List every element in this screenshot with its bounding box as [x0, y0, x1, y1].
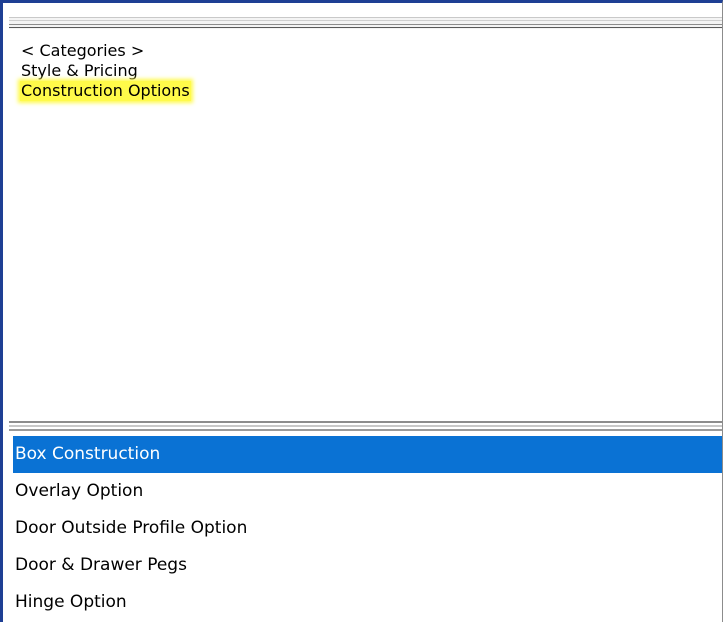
option-box-construction[interactable]: Box Construction [13, 436, 722, 473]
top-splitter-bar[interactable] [9, 17, 722, 29]
option-door-outside-profile[interactable]: Door Outside Profile Option [13, 510, 722, 547]
option-overlay[interactable]: Overlay Option [13, 473, 722, 510]
options-list: Box Construction Overlay Option Door Out… [13, 436, 722, 621]
options-window: < Categories > Style & Pricing Construct… [0, 0, 723, 622]
pane-splitter[interactable] [9, 409, 722, 435]
category-item-header[interactable]: < Categories > [21, 41, 191, 61]
option-door-drawer-pegs[interactable]: Door & Drawer Pegs [13, 547, 722, 584]
category-item-style-pricing[interactable]: Style & Pricing [21, 61, 191, 81]
category-item-construction-options[interactable]: Construction Options [20, 81, 191, 101]
option-hinge[interactable]: Hinge Option [13, 584, 722, 621]
categories-list: < Categories > Style & Pricing Construct… [20, 41, 191, 101]
